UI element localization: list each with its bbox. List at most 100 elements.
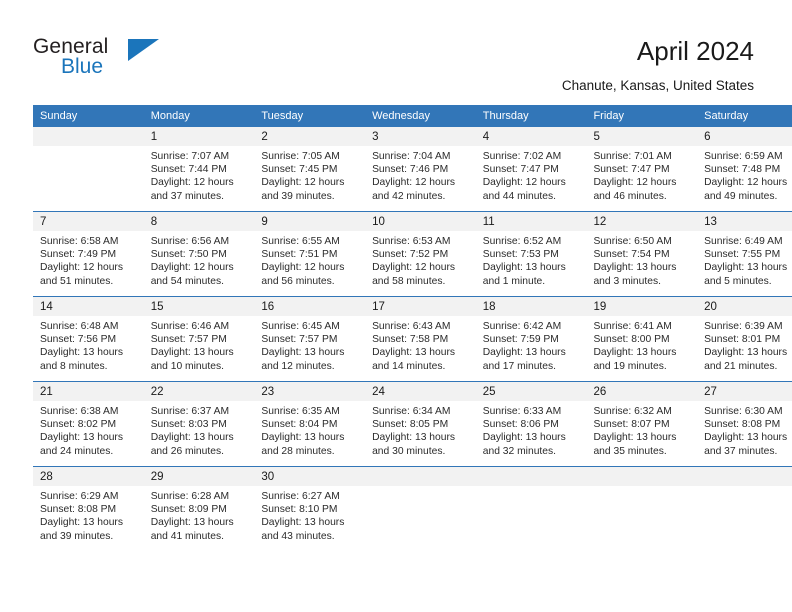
day-number: 22 (143, 382, 255, 401)
day-daylight-line: Daylight: 13 hours (150, 347, 234, 359)
day-sun-info: Sunrise: 6:59 AM Sunset: 7:48 PM Daylight:… (697, 146, 792, 203)
day-sunset-line: Sunset: 8:10 PM (261, 504, 338, 516)
day-daylight-line: Daylight: 13 hours (372, 432, 456, 444)
day-cell-content: 11 Sunrise: 6:52 AM Sunset: 7:53 PM Dayligh… (475, 212, 587, 296)
day-daylight-line: Daylight: 13 hours (593, 262, 677, 274)
calendar-day-cell[interactable]: 2 Sunrise: 7:05 AM Sunset: 7:45 PM Daylight… (254, 127, 366, 212)
day-sunset-line: Sunset: 7:52 PM (372, 249, 449, 261)
day-number: 24 (365, 382, 476, 401)
day-daylight-line: and 39 minutes. (40, 530, 114, 542)
day-sunrise-line: Sunrise: 6:53 AM (372, 236, 451, 247)
day-sunrise-line: Sunrise: 6:45 AM (261, 321, 340, 332)
calendar-day-cell[interactable]: 3 Sunrise: 7:04 AM Sunset: 7:46 PM Daylight… (365, 127, 476, 212)
day-sunset-line: Sunset: 7:51 PM (261, 249, 338, 261)
day-cell-content: 18 Sunrise: 6:42 AM Sunset: 7:59 PM Dayligh… (475, 297, 587, 381)
calendar-day-cell[interactable]: 23 Sunrise: 6:35 AM Sunset: 8:04 PM Dayligh… (254, 381, 366, 467)
calendar-day-cell[interactable]: 29 Sunrise: 6:28 AM Sunset: 8:09 PM Dayligh… (143, 466, 255, 551)
day-daylight-line: and 49 minutes. (704, 190, 778, 202)
calendar-day-cell[interactable]: 1 Sunrise: 7:07 AM Sunset: 7:44 PM Daylight… (143, 127, 255, 212)
day-sunset-line: Sunset: 8:06 PM (482, 419, 559, 431)
calendar-week-row: 1 Sunrise: 7:07 AM Sunset: 7:44 PM Daylight… (33, 127, 792, 212)
calendar-day-cell[interactable]: 6 Sunrise: 6:59 AM Sunset: 7:48 PM Daylight… (697, 127, 792, 212)
day-sunset-line: Sunset: 8:04 PM (261, 419, 338, 431)
day-sun-info: Sunrise: 6:43 AM Sunset: 7:58 PM Daylight:… (365, 316, 476, 373)
day-cell-content: 20 Sunrise: 6:39 AM Sunset: 8:01 PM Dayligh… (697, 297, 792, 381)
day-sunset-line: Sunset: 8:05 PM (372, 419, 449, 431)
day-daylight-line: Daylight: 13 hours (372, 347, 456, 359)
calendar-day-cell[interactable]: 26 Sunrise: 6:32 AM Sunset: 8:07 PM Dayligh… (586, 381, 698, 467)
calendar-day-cell[interactable]: 13 Sunrise: 6:49 AM Sunset: 7:55 PM Dayligh… (697, 211, 792, 297)
day-sun-info: Sunrise: 6:32 AM Sunset: 8:07 PM Daylight:… (586, 401, 697, 458)
day-sunset-line: Sunset: 8:00 PM (593, 334, 670, 346)
day-sunset-line: Sunset: 7:57 PM (150, 334, 227, 346)
day-number: 7 (33, 212, 144, 231)
day-cell-content (475, 467, 587, 551)
day-cell-content: 17 Sunrise: 6:43 AM Sunset: 7:58 PM Dayligh… (365, 297, 476, 381)
day-sun-info (697, 486, 792, 490)
day-sunrise-line: Sunrise: 6:50 AM (593, 236, 672, 247)
day-cell-content: 14 Sunrise: 6:48 AM Sunset: 7:56 PM Dayligh… (33, 297, 144, 381)
day-sunrise-line: Sunrise: 6:46 AM (150, 321, 230, 332)
calendar-week-row: 14 Sunrise: 6:48 AM Sunset: 7:56 PM Dayligh… (33, 296, 792, 382)
calendar-day-cell[interactable]: 8 Sunrise: 6:56 AM Sunset: 7:50 PM Daylight… (143, 211, 255, 297)
day-sun-info: Sunrise: 7:02 AM Sunset: 7:47 PM Daylight:… (476, 146, 587, 203)
page-title: April 2024 (636, 36, 754, 66)
brand-logo[interactable]: General Blue (33, 35, 263, 85)
day-number (586, 467, 698, 486)
day-sun-info: Sunrise: 6:58 AM Sunset: 7:49 PM Daylight:… (33, 231, 144, 288)
calendar-day-cell[interactable]: 7 Sunrise: 6:58 AM Sunset: 7:49 PM Daylight… (33, 211, 144, 297)
day-number: 18 (475, 297, 587, 316)
day-sun-info: Sunrise: 6:55 AM Sunset: 7:51 PM Daylight:… (254, 231, 365, 288)
calendar-day-cell[interactable]: 9 Sunrise: 6:55 AM Sunset: 7:51 PM Daylight… (254, 211, 366, 297)
weekday-header-tuesday: Tuesday (254, 105, 366, 127)
calendar-week-row: 28 Sunrise: 6:29 AM Sunset: 8:08 PM Dayligh… (33, 466, 792, 551)
day-cell-content: 1 Sunrise: 7:07 AM Sunset: 7:44 PM Daylight… (143, 127, 255, 211)
day-cell-content: 6 Sunrise: 6:59 AM Sunset: 7:48 PM Daylight… (697, 127, 792, 211)
calendar-day-cell[interactable]: 25 Sunrise: 6:33 AM Sunset: 8:06 PM Dayligh… (475, 381, 587, 467)
day-cell-content: 19 Sunrise: 6:41 AM Sunset: 8:00 PM Dayligh… (586, 297, 698, 381)
day-daylight-line: Daylight: 12 hours (704, 177, 788, 189)
day-number: 17 (365, 297, 476, 316)
calendar-day-cell[interactable]: 10 Sunrise: 6:53 AM Sunset: 7:52 PM Dayligh… (365, 211, 476, 297)
day-sunset-line: Sunset: 7:47 PM (593, 164, 670, 176)
calendar-day-cell[interactable]: 5 Sunrise: 7:01 AM Sunset: 7:47 PM Daylight… (586, 127, 698, 212)
day-number: 27 (697, 382, 792, 401)
day-sunrise-line: Sunrise: 6:49 AM (704, 236, 783, 247)
calendar-day-cell[interactable]: 27 Sunrise: 6:30 AM Sunset: 8:08 PM Dayligh… (697, 381, 792, 467)
day-daylight-line: Daylight: 12 hours (482, 177, 566, 189)
day-sun-info: Sunrise: 6:56 AM Sunset: 7:50 PM Daylight:… (144, 231, 255, 288)
calendar-day-cell[interactable]: 21 Sunrise: 6:38 AM Sunset: 8:02 PM Dayligh… (33, 381, 144, 467)
calendar-day-cell[interactable]: 30 Sunrise: 6:27 AM Sunset: 8:10 PM Dayligh… (254, 466, 366, 551)
calendar-day-cell[interactable]: 4 Sunrise: 7:02 AM Sunset: 7:47 PM Daylight… (475, 127, 587, 212)
calendar-day-cell[interactable]: 15 Sunrise: 6:46 AM Sunset: 7:57 PM Dayligh… (143, 296, 255, 382)
calendar-day-cell[interactable]: 19 Sunrise: 6:41 AM Sunset: 8:00 PM Dayligh… (586, 296, 698, 382)
calendar-day-cell (697, 466, 792, 551)
day-daylight-line: Daylight: 13 hours (704, 262, 788, 274)
day-daylight-line: Daylight: 13 hours (261, 432, 345, 444)
day-daylight-line: Daylight: 12 hours (150, 262, 234, 274)
calendar-day-cell[interactable]: 18 Sunrise: 6:42 AM Sunset: 7:59 PM Dayligh… (475, 296, 587, 382)
calendar-day-cell[interactable]: 20 Sunrise: 6:39 AM Sunset: 8:01 PM Dayligh… (697, 296, 792, 382)
day-daylight-line: and 28 minutes. (261, 445, 335, 457)
day-sun-info: Sunrise: 6:46 AM Sunset: 7:57 PM Daylight:… (144, 316, 255, 373)
day-sunrise-line: Sunrise: 6:59 AM (704, 151, 783, 162)
day-number: 10 (365, 212, 476, 231)
calendar-day-cell[interactable]: 22 Sunrise: 6:37 AM Sunset: 8:03 PM Dayligh… (143, 381, 255, 467)
day-number: 3 (365, 127, 476, 146)
day-cell-content (365, 467, 476, 551)
day-daylight-line: Daylight: 12 hours (372, 177, 456, 189)
calendar-day-cell[interactable]: 14 Sunrise: 6:48 AM Sunset: 7:56 PM Dayligh… (33, 296, 144, 382)
day-number: 21 (33, 382, 144, 401)
calendar-day-cell[interactable]: 16 Sunrise: 6:45 AM Sunset: 7:57 PM Dayligh… (254, 296, 366, 382)
day-sunset-line: Sunset: 7:58 PM (372, 334, 449, 346)
day-daylight-line: Daylight: 13 hours (593, 347, 677, 359)
calendar-day-cell[interactable]: 28 Sunrise: 6:29 AM Sunset: 8:08 PM Dayligh… (33, 466, 144, 551)
calendar-day-cell[interactable]: 24 Sunrise: 6:34 AM Sunset: 8:05 PM Dayligh… (365, 381, 476, 467)
calendar-day-cell[interactable]: 12 Sunrise: 6:50 AM Sunset: 7:54 PM Dayligh… (586, 211, 698, 297)
day-number: 15 (143, 297, 255, 316)
calendar-day-cell[interactable]: 17 Sunrise: 6:43 AM Sunset: 7:58 PM Dayligh… (365, 296, 476, 382)
calendar-table: Sunday Monday Tuesday Wednesday Thursday Frid… (33, 105, 792, 551)
weekday-header-wednesday: Wednesday (365, 105, 476, 127)
calendar-day-cell[interactable]: 11 Sunrise: 6:52 AM Sunset: 7:53 PM Dayligh… (475, 211, 587, 297)
day-cell-content (586, 467, 698, 551)
